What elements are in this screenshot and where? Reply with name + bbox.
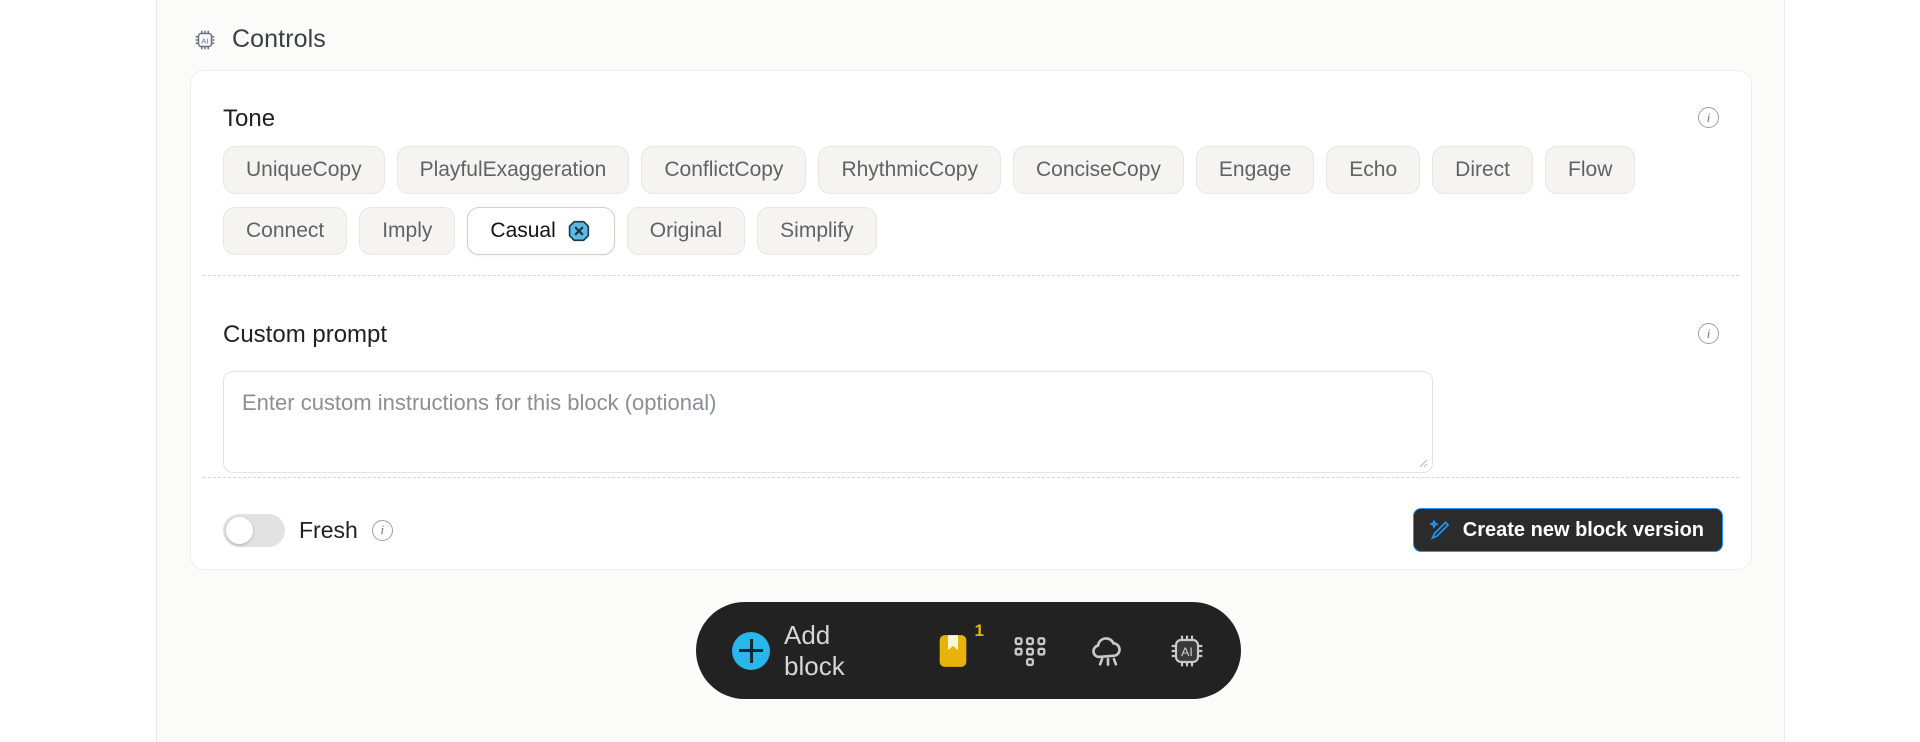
rain-cloud-icon[interactable] — [1087, 630, 1129, 672]
add-block-button[interactable]: Add block — [732, 620, 891, 682]
tone-chip[interactable]: RhythmicCopy — [818, 146, 1001, 194]
custom-prompt-placeholder: Enter custom instructions for this block… — [242, 390, 717, 415]
resize-grip-icon[interactable] — [1416, 456, 1428, 468]
right-divider — [1784, 0, 1785, 742]
page-title: Controls — [232, 25, 326, 53]
tone-label: Tone — [223, 105, 276, 132]
custom-prompt-input[interactable]: Enter custom instructions for this block… — [223, 371, 1433, 473]
tone-chip-label: Engage — [1218, 158, 1292, 181]
tone-chip-label: Echo — [1349, 158, 1398, 181]
tone-chip-label: RhythmicCopy — [841, 158, 978, 181]
grid-dots-icon[interactable] — [1011, 632, 1049, 670]
section-divider-2 — [203, 477, 1739, 478]
tone-chip-label: Connect — [246, 219, 325, 242]
fresh-toggle-group: Fresh i — [223, 513, 393, 547]
ai-chip-icon: AI — [192, 27, 218, 53]
tone-chip[interactable]: UniqueCopy — [223, 146, 385, 194]
fresh-toggle-knob — [226, 516, 253, 544]
app-root: AI Controls Tone i UniqueCopy PlayfulExag… — [0, 0, 1920, 742]
controls-header: AI Controls — [192, 25, 326, 54]
tone-chip[interactable]: Flow — [1545, 146, 1636, 194]
floating-block-toolbar: Add block 1 AI — [696, 602, 1241, 699]
section-divider-1 — [203, 275, 1739, 276]
tone-chip-label: UniqueCopy — [246, 158, 362, 181]
tone-chip-label: Simplify — [780, 219, 854, 242]
tone-chip[interactable]: ConciseCopy — [1012, 146, 1184, 194]
tone-chip-label: Flow — [1568, 158, 1613, 181]
tone-chip[interactable]: Original — [626, 207, 746, 255]
tone-chip[interactable]: Casual — [467, 207, 615, 255]
svg-text:AI: AI — [201, 36, 208, 45]
tone-chip-label: ConciseCopy — [1035, 158, 1161, 181]
fresh-toggle[interactable] — [223, 513, 285, 547]
bookmark-icon[interactable]: 1 — [933, 621, 984, 671]
toolbar-icon-group: 1 AI — [933, 621, 1207, 672]
custom-prompt-info-icon[interactable]: i — [1698, 323, 1719, 344]
svg-text:AI: AI — [1181, 645, 1193, 659]
plus-circle-icon — [732, 631, 770, 670]
tone-chip-list: UniqueCopy PlayfulExaggeration ConflictCop… — [223, 146, 1723, 255]
tone-chip-label: Casual — [490, 219, 556, 242]
tone-chip-label: PlayfulExaggeration — [419, 158, 607, 181]
magic-wand-icon — [1429, 519, 1449, 540]
tone-chip[interactable]: Echo — [1326, 146, 1421, 194]
card-footer: Fresh i Create new block version — [191, 491, 1751, 569]
tone-chip[interactable]: Connect — [223, 207, 348, 255]
bookmark-badge: 1 — [974, 620, 984, 640]
tone-chip-label: Direct — [1455, 158, 1511, 181]
tone-chip[interactable]: Direct — [1432, 146, 1534, 194]
close-badge-icon[interactable] — [566, 218, 592, 244]
tone-chip[interactable]: PlayfulExaggeration — [396, 146, 630, 194]
tone-chip[interactable]: Simplify — [757, 207, 877, 255]
tone-chip-label: Original — [649, 219, 723, 242]
fresh-info-icon[interactable]: i — [371, 519, 393, 541]
tone-chip[interactable]: Engage — [1195, 146, 1315, 194]
ai-chip-icon[interactable]: AI — [1167, 631, 1207, 671]
tone-chip-label: Imply — [382, 219, 433, 242]
controls-card: Tone i UniqueCopy PlayfulExaggeration Conf… — [190, 70, 1752, 570]
create-new-block-version-button[interactable]: Create new block version — [1412, 508, 1723, 552]
tone-chip[interactable]: Imply — [359, 207, 456, 255]
custom-prompt-label: Custom prompt — [223, 321, 388, 348]
fresh-label: Fresh — [299, 516, 358, 543]
tone-chip-label: ConflictCopy — [664, 158, 784, 181]
tone-info-icon[interactable]: i — [1698, 107, 1719, 128]
tone-chip[interactable]: ConflictCopy — [641, 146, 807, 194]
create-button-label: Create new block version — [1462, 518, 1704, 541]
add-block-label: Add block — [784, 619, 845, 681]
